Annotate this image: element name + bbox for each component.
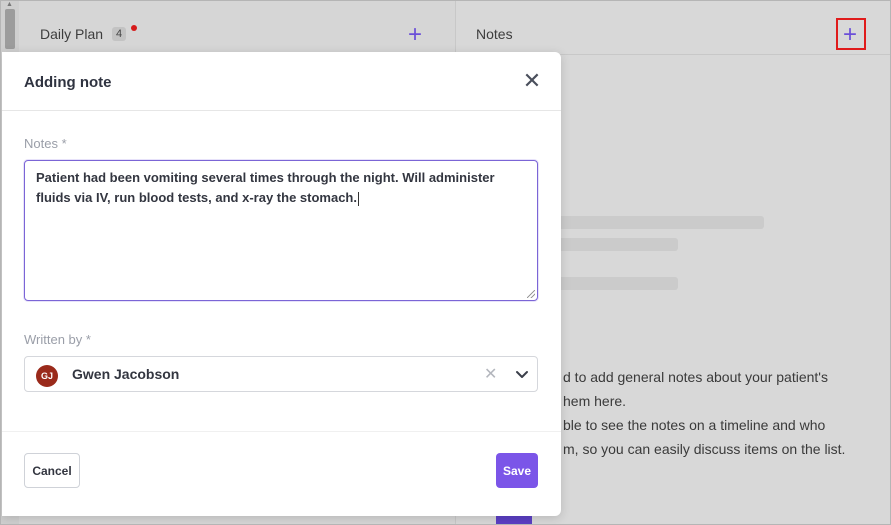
notes-empty-text: m, so you can easily discuss items on th…	[563, 441, 846, 457]
notification-dot	[131, 25, 137, 31]
skeleton-line	[556, 277, 678, 290]
notes-field-label: Notes *	[24, 136, 67, 151]
scroll-thumb[interactable]	[5, 9, 15, 49]
cancel-button[interactable]: Cancel	[24, 453, 80, 488]
add-daily-plan-button[interactable]: +	[408, 23, 422, 47]
selected-author: Gwen Jacobson	[72, 366, 180, 382]
dialog-title: Adding note	[24, 74, 112, 91]
written-by-label: Written by *	[24, 332, 91, 347]
save-button[interactable]: Save	[496, 453, 538, 488]
avatar: GJ	[36, 365, 58, 387]
clear-icon[interactable]: ✕	[484, 364, 497, 384]
dialog-header: Adding note ✕	[2, 52, 561, 111]
daily-plan-header: Daily Plan 4 +	[19, 1, 455, 55]
skeleton-line	[556, 238, 678, 251]
daily-plan-title: Daily Plan	[40, 26, 104, 42]
notes-empty-text: d to add general notes about your patien…	[563, 369, 828, 385]
resize-handle[interactable]	[527, 290, 535, 298]
chevron-down-icon[interactable]	[513, 365, 531, 383]
dialog-footer: Cancel Save	[2, 431, 561, 517]
written-by-select[interactable]: GJ Gwen Jacobson ✕	[24, 356, 538, 392]
add-note-button[interactable]: +	[843, 23, 857, 47]
notes-text: Patient had been vomiting several times …	[36, 170, 495, 205]
notes-empty-text: ble to see the notes on a timeline and w…	[563, 417, 826, 433]
app-window: ▲ Daily Plan 4 + Notes + d to add genera…	[0, 0, 891, 525]
notes-header: Notes +	[456, 1, 890, 55]
text-caret	[357, 191, 359, 206]
skeleton-line	[556, 216, 764, 229]
daily-plan-count-badge: 4	[112, 27, 127, 41]
scroll-up-arrow-icon[interactable]: ▲	[6, 1, 13, 8]
notes-textarea[interactable]: Patient had been vomiting several times …	[24, 160, 538, 301]
notes-empty-text: hem here.	[563, 393, 627, 409]
notes-title: Notes	[476, 26, 513, 42]
close-icon[interactable]: ✕	[521, 70, 543, 92]
adding-note-dialog: Adding note ✕ Notes * Patient had been v…	[2, 52, 561, 516]
